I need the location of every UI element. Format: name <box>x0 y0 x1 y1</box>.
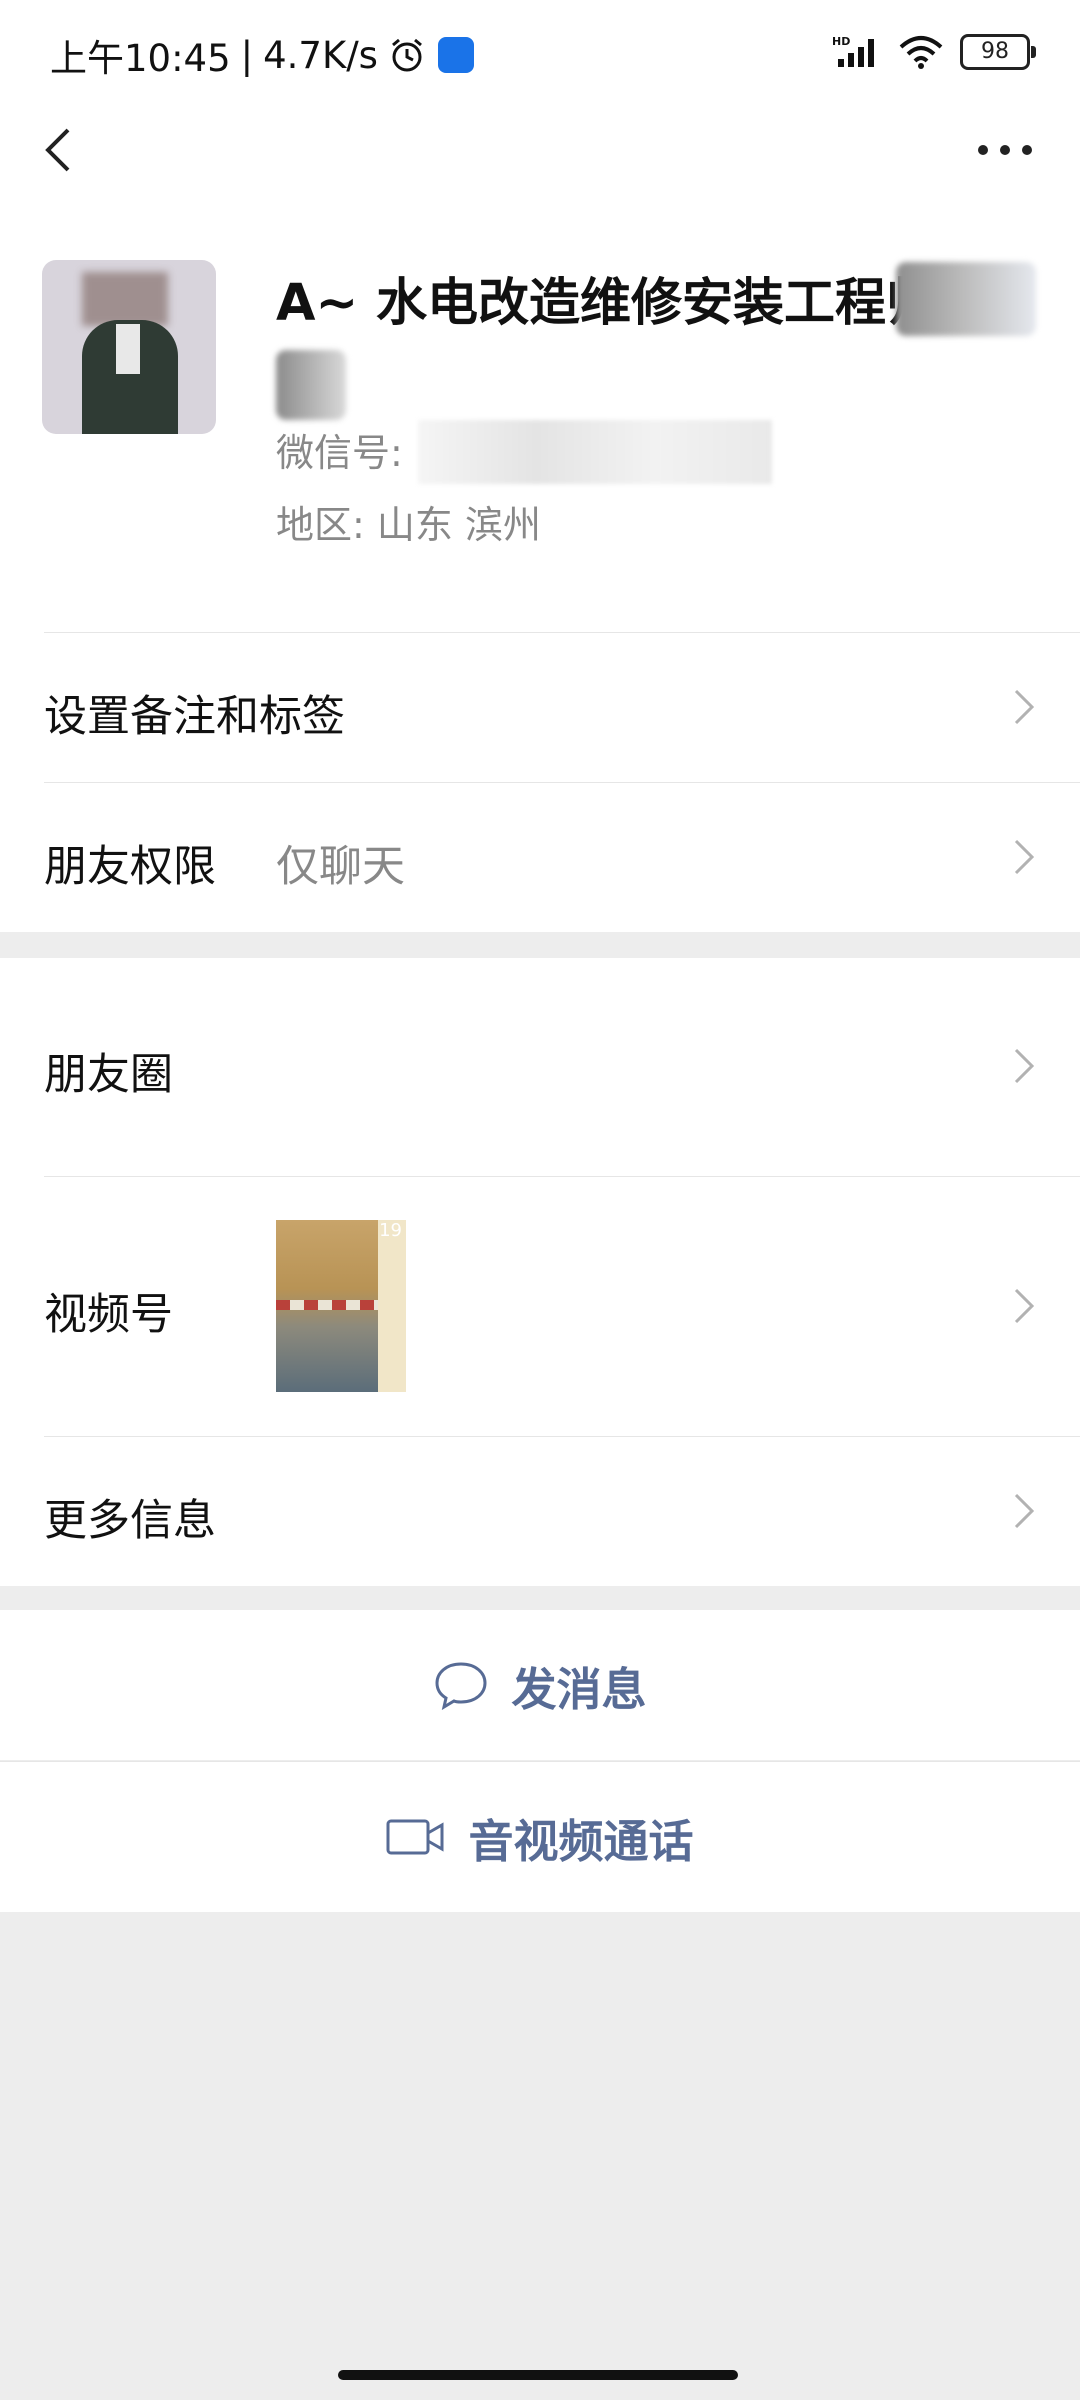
video-call-label: 音视频通话 <box>468 1814 694 1868</box>
avatar-face-blur <box>82 272 168 326</box>
hd-label: HD <box>832 35 850 48</box>
app-notification-icon <box>437 37 474 73</box>
set-remark-row[interactable]: 设置备注和标签 <box>0 632 1080 782</box>
contact-profile-page: 上午10:45 | 4.7K/s HD 98 A~ 水电改造维修安装工程师 微信… <box>0 0 1080 2400</box>
status-separator: | <box>240 33 254 77</box>
thumb-edge <box>378 1220 406 1392</box>
avatar-collar <box>116 324 140 374</box>
status-right: HD 98 <box>832 34 1036 70</box>
battery-indicator: 98 <box>960 34 1036 70</box>
send-message-button[interactable]: 发消息 <box>0 1610 1080 1760</box>
divider <box>44 632 1080 633</box>
moments-label: 朋友圈 <box>44 1050 173 1100</box>
status-bar: 上午10:45 | 4.7K/s HD 98 <box>0 0 1080 100</box>
name-mosaic-2 <box>276 350 346 420</box>
channels-thumbnail[interactable]: 19 <box>276 1220 406 1392</box>
chevron-right-icon <box>1014 689 1035 725</box>
more-info-row[interactable]: 更多信息 <box>0 1436 1080 1586</box>
signal-icon: HD <box>832 35 874 67</box>
friend-permission-row[interactable]: 朋友权限 仅聊天 <box>0 782 1080 932</box>
chat-bubble-icon <box>435 1662 487 1710</box>
wechat-id-mosaic <box>418 420 772 484</box>
divider <box>44 782 1080 783</box>
profile-header: A~ 水电改造维修安装工程师 微信号: 地区: 山东 滨州 <box>0 200 1080 632</box>
set-remark-label: 设置备注和标签 <box>44 692 345 742</box>
alarm-icon <box>392 38 422 72</box>
send-message-label: 发消息 <box>511 1662 647 1716</box>
chevron-right-icon <box>1014 839 1035 875</box>
video-camera-icon <box>386 1819 444 1855</box>
wifi-icon <box>899 36 943 69</box>
channels-label: 视频号 <box>44 1290 173 1340</box>
status-time: 上午10:45 <box>50 37 231 80</box>
more-info-label: 更多信息 <box>44 1496 216 1546</box>
more-dots-icon[interactable] <box>970 120 1040 180</box>
divider <box>44 1436 1080 1437</box>
status-net-speed: 4.7K/s <box>263 33 378 77</box>
chevron-right-icon <box>1014 1288 1035 1324</box>
wechat-id-label: 微信号: <box>276 431 403 475</box>
divider <box>44 1176 1080 1177</box>
friend-permission-value: 仅聊天 <box>276 842 405 892</box>
name-mosaic <box>896 262 1036 336</box>
moments-row[interactable]: 朋友圈 <box>0 958 1080 1176</box>
status-left: 上午10:45 | 4.7K/s <box>50 28 474 82</box>
back-icon[interactable] <box>30 120 90 180</box>
region-text: 地区: 山东 滨州 <box>276 503 541 547</box>
thumb-count: 19 <box>379 1220 402 1241</box>
channels-row[interactable]: 视频号 19 <box>0 1176 1080 1436</box>
top-nav <box>0 100 1080 200</box>
avatar[interactable] <box>42 260 216 434</box>
home-indicator[interactable] <box>338 2370 738 2380</box>
chevron-right-icon <box>1014 1048 1035 1084</box>
chevron-right-icon <box>1014 1493 1035 1529</box>
video-call-button[interactable]: 音视频通话 <box>0 1761 1080 1912</box>
friend-permission-label: 朋友权限 <box>44 842 216 892</box>
